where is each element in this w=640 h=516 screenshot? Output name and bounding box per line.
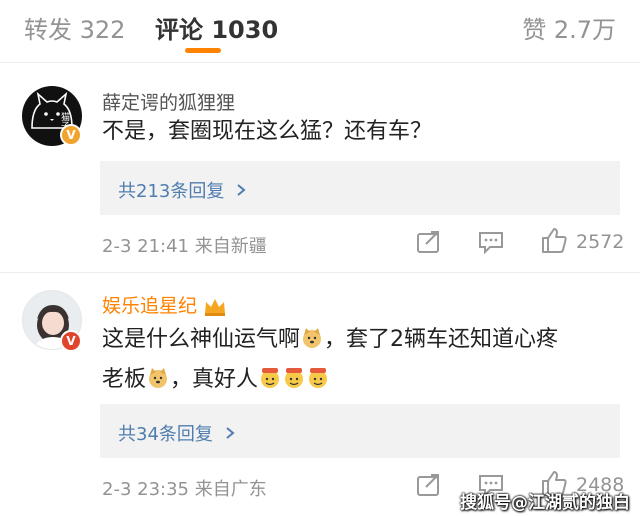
verified-badge-icon: V: [60, 124, 82, 146]
tab-like[interactable]: 赞 2.7万: [522, 10, 616, 45]
watermark: 搜狐号@江湖贰的独白: [460, 493, 630, 513]
active-tab-indicator: [185, 48, 221, 53]
share-icon[interactable]: [416, 230, 442, 254]
verified-badge-icon: V: [60, 330, 82, 352]
doge-emoji-icon: [149, 368, 168, 388]
comment-text: 这是什么神仙运气啊 ，套了2辆车还知道心疼 老板 ，真好人: [102, 320, 612, 400]
thumbs-up-icon[interactable]: [540, 226, 568, 254]
comment-tabs: 转发 322 评论 1030 赞 2.7万: [0, 0, 640, 58]
replies-box[interactable]: 共213条回复: [100, 161, 620, 215]
crown-icon: [205, 298, 226, 316]
chevron-right-icon: [226, 427, 235, 439]
comment-divider: [0, 272, 640, 273]
chevron-right-icon: [237, 184, 246, 196]
comment-username[interactable]: 薛定谔的狐狸狸: [102, 88, 235, 115]
tabs-divider: [0, 62, 640, 63]
replies-count: 共213条回复: [118, 181, 225, 202]
comment-meta: 2-3 23:35 来自广东: [102, 479, 267, 500]
comment-username-text: 娱乐追星纪: [102, 295, 198, 317]
like-count: 2572: [576, 231, 625, 253]
doge-emoji-icon: [303, 328, 322, 348]
replies-count: 共34条回复: [118, 424, 213, 445]
comment-meta: 2-3 21:41 来自新疆: [102, 236, 267, 257]
666-emoji-icon: [261, 368, 280, 388]
share-icon[interactable]: [416, 473, 442, 497]
comment-username[interactable]: 娱乐追星纪: [102, 291, 227, 318]
666-emoji-icon: [285, 368, 304, 388]
comment-icon[interactable]: [478, 230, 504, 254]
replies-link[interactable]: 共34条回复: [118, 420, 235, 446]
comment-text-part: ，套了2辆车还知道心疼: [324, 327, 559, 352]
comment-text-part: 这是什么神仙运气啊: [102, 327, 301, 352]
666-emoji-icon: [309, 368, 328, 388]
replies-link[interactable]: 共213条回复: [118, 177, 246, 203]
tab-repost[interactable]: 转发 322: [24, 10, 125, 45]
comment-text-part: 老板: [102, 367, 147, 392]
comment-text-part: ，真好人: [170, 367, 259, 392]
comment-text: 不是，套圈现在这么猛？还有车？: [102, 119, 433, 144]
replies-box[interactable]: 共34条回复: [100, 404, 620, 458]
